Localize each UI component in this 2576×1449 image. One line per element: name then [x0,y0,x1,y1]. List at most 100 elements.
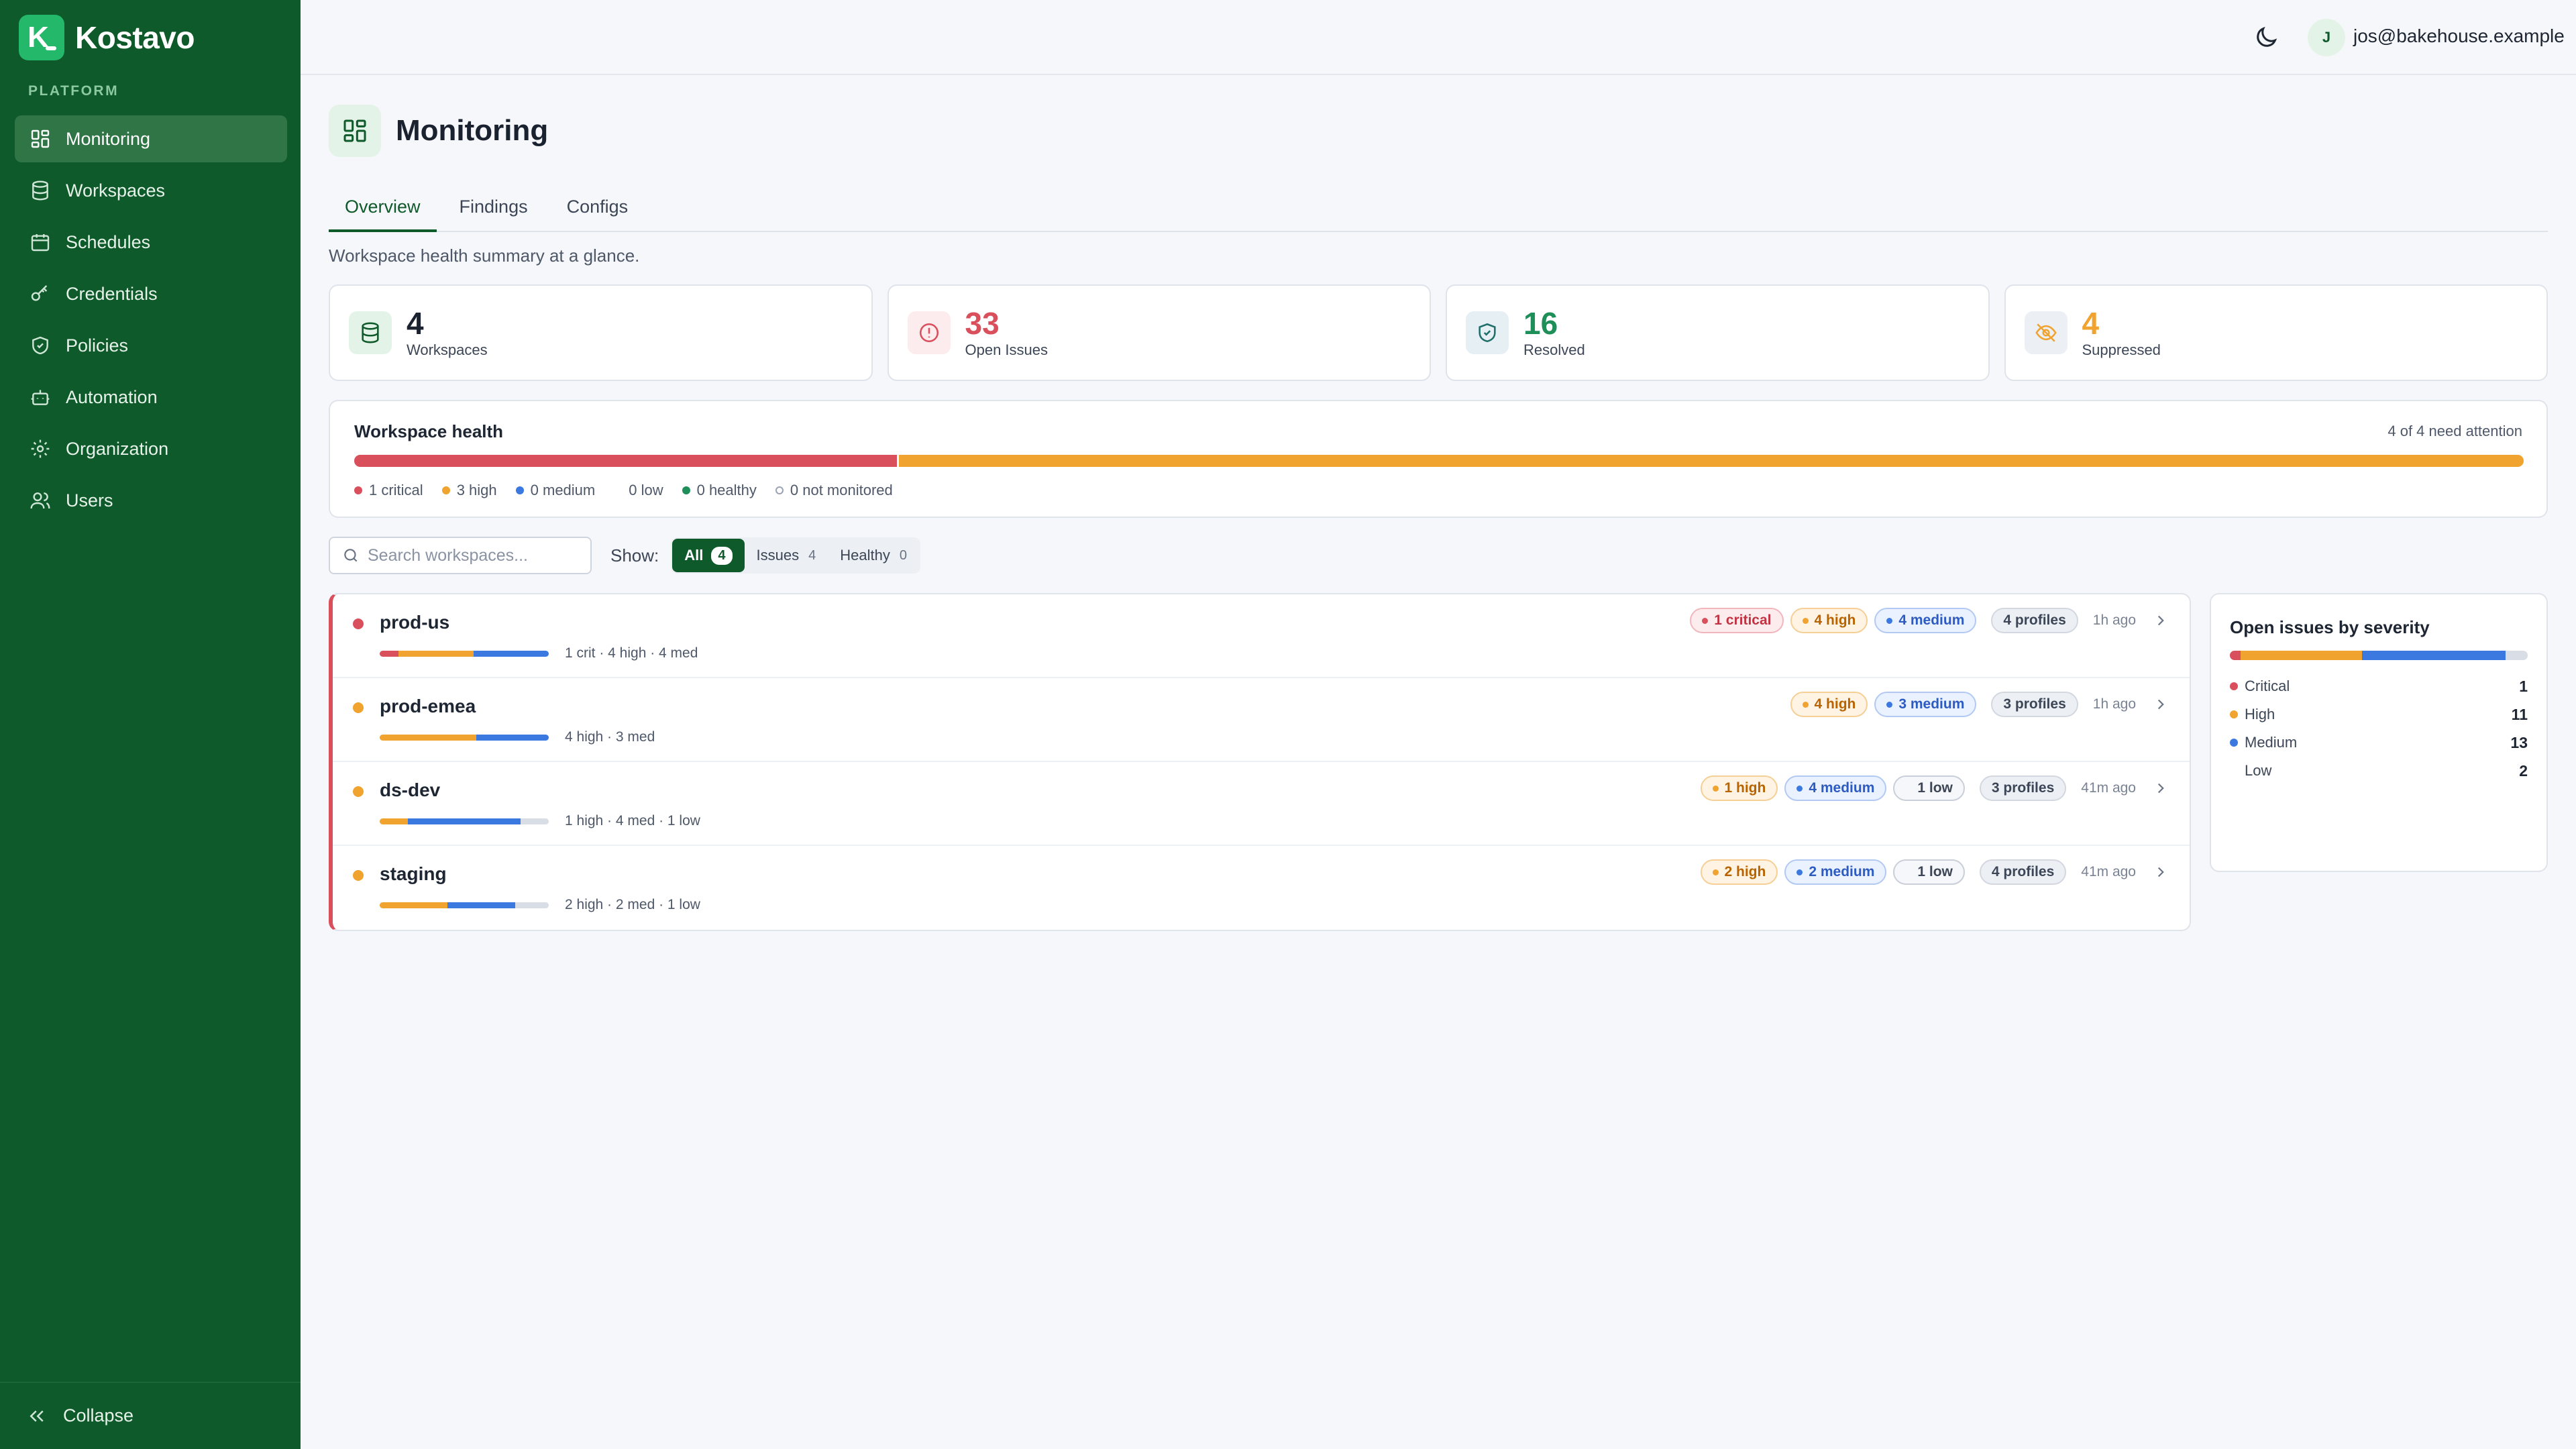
tab-findings[interactable]: Findings [443,181,544,232]
legend-low: 0 low [629,482,663,498]
search-box[interactable] [329,537,592,574]
workspace-row-prod-emea[interactable]: prod-emea 4 high · 3 med 4 high 3 medium 3 p… [333,678,2190,762]
filter-healthy-button[interactable]: Healthy 0 [828,539,919,572]
chevron-right-icon[interactable] [2152,780,2169,797]
filter-issues-button[interactable]: Issues 4 [745,539,828,572]
stat-label: Resolved [1523,341,1585,358]
last-scan-time: 41m ago [2081,864,2136,879]
workspace-severity-bar [380,651,549,657]
sidebar: K Kostavo PLATFORM Monitoring Workspaces… [0,0,301,1449]
legend-critical: 1 critical [354,482,423,499]
severity-pill-medium: 3 medium [1874,692,1977,717]
severity-pill-medium: 4 medium [1874,608,1977,633]
bar-segment-medium [474,651,549,657]
chevron-right-icon[interactable] [2152,612,2169,629]
workspace-severity-bar [380,902,549,908]
severity-card: Open issues by severity Critical 1 High 11 M… [2210,593,2548,872]
severity-row-critical: Critical 1 [2230,672,2528,700]
severity-pill-low: 1 low [1893,859,1965,885]
workspace-row-ds-dev[interactable]: ds-dev 1 high · 4 med · 1 low 1 high 4 medi… [333,762,2190,846]
stat-value: 33 [965,306,1000,341]
bar-segment-high [398,651,474,657]
last-scan-time: 1h ago [2092,612,2136,628]
severity-rows: Critical 1 High 11 Medium 13 Low 2 [2230,672,2528,785]
filter-count: 0 [899,547,907,563]
sidebar-item-policies[interactable]: Policies [15,322,287,369]
brand[interactable]: K Kostavo [19,15,195,60]
workspace-meta: 1 high 4 medium 1 low 3 profiles 41m ago [1694,775,2170,801]
user-email[interactable]: jos@bakehouse.example [2353,25,2565,47]
stat-cards: 4 Workspaces 33 Open Issues 16 Resolved [329,284,2548,381]
severity-name: Critical [2245,678,2290,694]
sidebar-item-label: Workspaces [66,180,166,201]
workspace-row-staging[interactable]: staging 2 high · 2 med · 1 low 2 high 2 med… [333,846,2190,930]
profiles-badge: 3 profiles [1991,692,2078,717]
search-input[interactable] [368,545,582,566]
bar-segment-high [380,818,408,824]
severity-pill-medium: 2 medium [1784,859,1887,885]
workspace-summary: 1 high · 4 med · 1 low [565,813,700,828]
tab-overview[interactable]: Overview [329,181,437,232]
workspace-row-prod-us[interactable]: prod-us 1 crit · 4 high · 4 med 1 critical… [333,594,2190,678]
severity-name: High [2245,706,2275,722]
collapse-button[interactable]: Collapse [0,1382,301,1449]
workspace-name[interactable]: staging [380,863,447,885]
severity-pill-high: 2 high [1700,859,1778,885]
severity-pill-high: 4 high [1790,608,1868,633]
sidebar-nav: Monitoring Workspaces Schedules Credenti… [15,115,287,529]
workspace-name[interactable]: prod-us [380,612,449,633]
workspace-meta: 2 high 2 medium 1 low 4 profiles 41m ago [1694,859,2170,885]
chevron-right-icon[interactable] [2152,696,2169,713]
health-segment-high [896,455,2524,467]
bar-segment-low [515,902,549,908]
workspace-meta: 1 critical 4 high 4 medium 4 profiles 1h ago [1683,608,2169,633]
sidebar-item-users[interactable]: Users [15,477,287,524]
sidebar-item-organization[interactable]: Organization [15,425,287,472]
severity-count: 13 [2510,733,2528,751]
section-label-platform: PLATFORM [28,83,119,99]
calendar-icon [31,234,50,252]
database-icon [32,180,48,201]
workspace-meta: 4 high 3 medium 3 profiles 1h ago [1784,692,2169,717]
workspace-severity-bar [380,735,549,741]
bar-segment-low [521,818,549,824]
sidebar-item-label: Automation [66,386,158,407]
severity-pill-medium: 4 medium [1784,775,1887,801]
brand-name: Kostavo [75,20,195,55]
severity-row-low: Low 2 [2230,757,2528,785]
sidebar-item-automation[interactable]: Automation [15,374,287,421]
workspace-name[interactable]: prod-emea [380,696,476,717]
dashboard-icon [329,105,381,157]
dashboard-icon [31,129,50,148]
filter-all-button[interactable]: All 4 [672,539,745,572]
avatar[interactable]: J [2308,19,2345,56]
sidebar-item-schedules[interactable]: Schedules [15,219,287,266]
stat-label: Suppressed [2082,341,2161,358]
sidebar-item-workspaces[interactable]: Workspaces [15,167,287,214]
show-label: Show: [610,545,659,566]
tab-configs[interactable]: Configs [551,181,645,232]
last-scan-time: 1h ago [2092,696,2136,712]
sidebar-item-label: Monitoring [66,128,151,149]
profiles-badge: 4 profiles [1991,608,2078,633]
chevron-right-icon[interactable] [2152,863,2169,881]
alert-circle-icon [907,311,951,354]
stat-value: 16 [1523,306,1558,341]
health-legend: 1 critical 3 high 0 medium 0 low 0 healt… [354,482,912,499]
moon-icon[interactable] [2253,24,2279,51]
severity-segment-medium [2362,651,2506,660]
topbar: J jos@bakehouse.example [301,0,2576,75]
sidebar-item-credentials[interactable]: Credentials [15,270,287,317]
brand-logo-icon: K [19,15,64,60]
severity-name: Medium [2245,734,2298,751]
severity-count: 1 [2519,677,2528,695]
bar-segment-high [380,735,476,741]
legend-medium: 0 medium [515,482,595,499]
status-dot [353,870,364,881]
sidebar-item-monitoring[interactable]: Monitoring [15,115,287,162]
severity-name: Low [2245,762,2272,779]
chevrons-left-icon [30,1410,44,1421]
severity-segment-low [2506,651,2528,660]
workspace-name[interactable]: ds-dev [380,780,440,801]
profiles-badge: 3 profiles [1979,775,2067,801]
